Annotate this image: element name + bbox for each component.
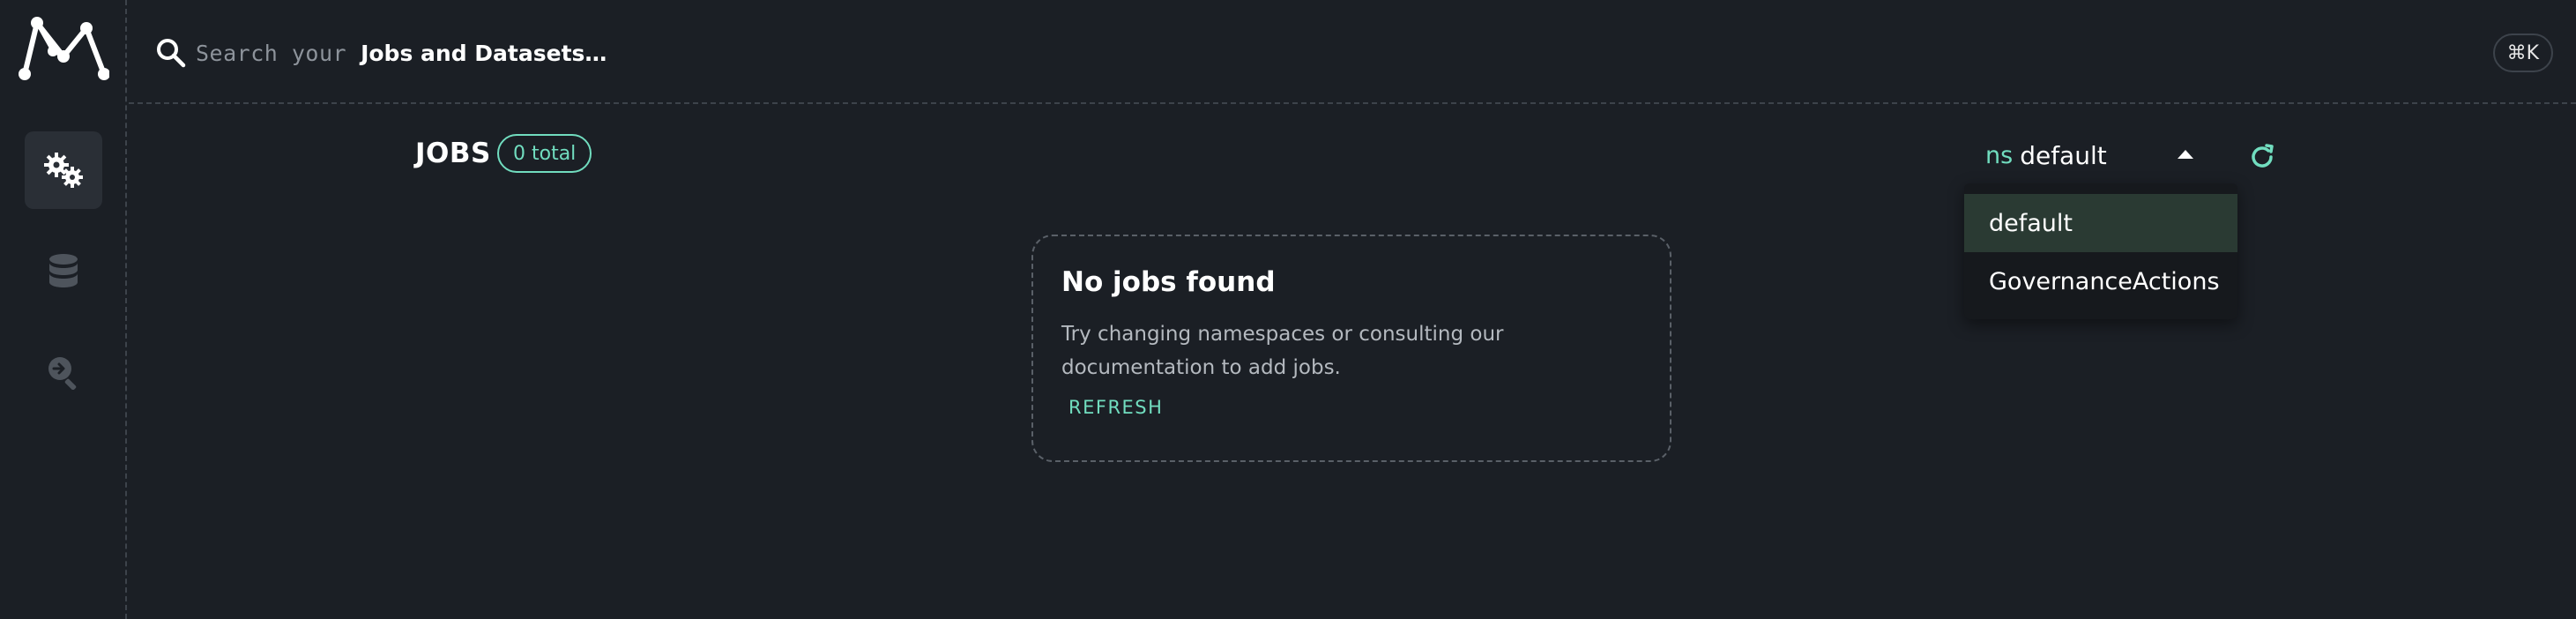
database-icon [49, 254, 78, 287]
empty-state-card: No jobs found Try changing namespaces or… [1031, 235, 1671, 462]
namespace-option-governanceactions[interactable]: GovernanceActions [1964, 252, 2237, 310]
sidebar-item-jobs[interactable] [25, 131, 102, 209]
namespace-dropdown: default GovernanceActions [1964, 183, 2237, 319]
empty-state-refresh-button[interactable]: REFRESH [1068, 397, 1163, 418]
sidebar [0, 0, 127, 619]
empty-state-title: No jobs found [1061, 266, 1276, 298]
shortcut-badge: ⌘K [2492, 34, 2553, 72]
namespace-option-default[interactable]: default [1964, 194, 2237, 252]
search-bar[interactable]: Search your Jobs and Datasets… [155, 34, 607, 72]
total-count-badge: 0 total [497, 134, 592, 173]
search-icon [157, 39, 186, 68]
chevron-up-icon[interactable] [2178, 150, 2193, 159]
marquez-logo[interactable] [18, 14, 110, 85]
namespace-select[interactable]: ns default [1985, 138, 2107, 173]
search-placeholder: Search your [196, 40, 347, 66]
gears-icon [44, 153, 83, 188]
search-emphasis: Jobs and Datasets… [361, 40, 607, 66]
logo-icon [19, 17, 110, 80]
sidebar-item-datasets[interactable] [25, 233, 102, 310]
top-header: Search your Jobs and Datasets… ⌘K [129, 0, 2576, 104]
refresh-icon [2252, 144, 2274, 168]
page-title: JOBS [415, 138, 491, 169]
namespace-value: default [2020, 140, 2107, 170]
namespace-prefix: ns [1985, 141, 2014, 169]
sidebar-item-lineage[interactable] [25, 333, 102, 411]
refresh-button[interactable] [2245, 139, 2280, 175]
search-arrow-icon [48, 357, 77, 390]
empty-state-description: Try changing namespaces or consulting ou… [1061, 323, 1504, 379]
